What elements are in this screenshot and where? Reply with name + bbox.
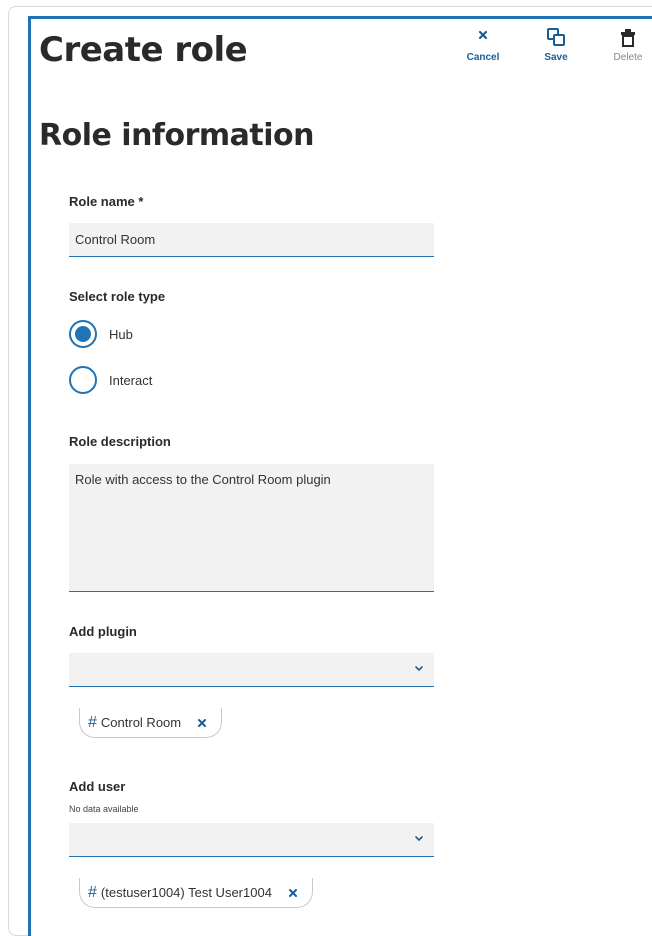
role-name-input[interactable]: [69, 223, 434, 257]
add-plugin-select[interactable]: [69, 653, 434, 687]
hash-icon: #: [88, 883, 97, 901]
delete-label: Delete: [613, 52, 643, 63]
delete-button[interactable]: Delete: [598, 28, 652, 63]
add-user-select[interactable]: [69, 823, 434, 857]
cancel-label: Cancel: [466, 52, 500, 63]
close-icon: [288, 888, 297, 897]
radio-option-hub[interactable]: Hub: [69, 318, 133, 350]
radio-button-checked[interactable]: [69, 320, 97, 348]
role-description-textarea[interactable]: Role with access to the Control Room plu…: [69, 464, 434, 592]
toolbar: Cancel Save Delete: [0, 28, 652, 72]
hash-icon: #: [88, 713, 97, 731]
add-user-label: Add user: [69, 779, 126, 794]
radio-option-interact[interactable]: Interact: [69, 364, 152, 396]
plugin-chip-text: Control Room: [100, 715, 182, 730]
radio-label-interact: Interact: [109, 372, 153, 388]
add-plugin-label: Add plugin: [69, 624, 137, 639]
radio-button-unchecked[interactable]: [69, 366, 97, 394]
cancel-button[interactable]: Cancel: [453, 28, 513, 63]
user-chip: # (testuser1004) Test User1004: [79, 878, 313, 908]
copy-icon: [547, 28, 565, 46]
close-icon: [478, 30, 488, 40]
remove-plugin-chip-button[interactable]: [197, 718, 207, 728]
chevron-down-icon: [415, 666, 423, 672]
save-label: Save: [544, 52, 568, 63]
save-button[interactable]: Save: [526, 28, 586, 63]
radio-label-hub: Hub: [109, 326, 133, 342]
plugin-chip: # Control Room: [79, 708, 223, 738]
remove-user-chip-button[interactable]: [288, 888, 298, 898]
close-icon: [198, 718, 207, 727]
role-name-label: Role name *: [69, 194, 144, 209]
chevron-down-icon: [415, 836, 423, 842]
user-chip-text: (testuser1004) Test User1004: [100, 885, 272, 900]
section-title: Role information: [39, 118, 314, 153]
trash-icon: [621, 29, 635, 47]
role-description-label: Role description: [69, 434, 171, 449]
add-user-no-data-note: No data available: [69, 804, 139, 814]
role-type-label: Select role type: [69, 289, 166, 304]
